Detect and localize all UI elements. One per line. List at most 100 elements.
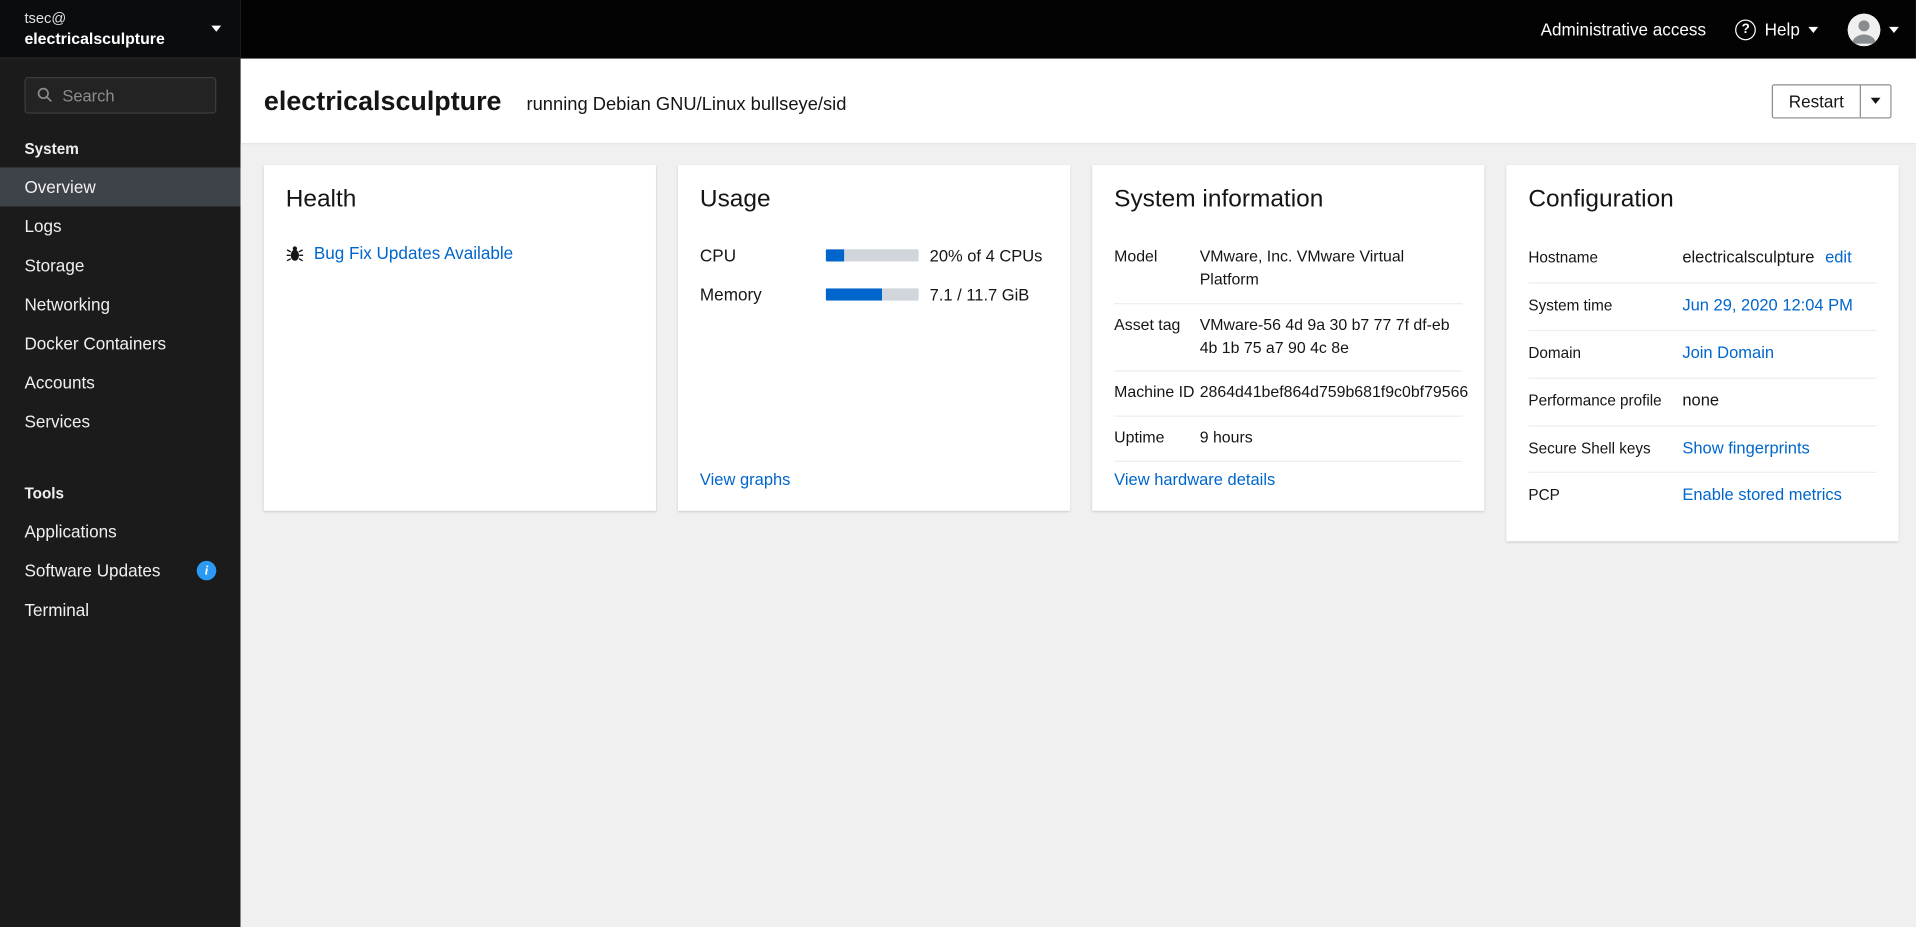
- health-item: Bug Fix Updates Available: [286, 243, 634, 263]
- row-value: VMware, Inc. VMware Virtual Platform: [1199, 246, 1405, 289]
- tools-nav: Applications Software Updates i Terminal: [0, 512, 241, 629]
- usage-card: Usage CPU 20% of 4 CPUs Memory 7.1 / 11.…: [678, 164, 1071, 511]
- memory-value: 7.1 / 11.7 GiB: [929, 285, 1030, 304]
- cpu-usage-row: CPU 20% of 4 CPUs: [700, 236, 1048, 275]
- table-row: Uptime 9 hours: [1114, 417, 1463, 462]
- cpu-label: CPU: [700, 245, 737, 266]
- question-circle-icon: ?: [1735, 18, 1757, 40]
- system-information-table: Model VMware, Inc. VMware Virtual Platfo…: [1114, 236, 1468, 462]
- row-label: Hostname: [1528, 249, 1599, 267]
- sidebar-item-overview[interactable]: Overview: [0, 167, 241, 207]
- help-menu-button[interactable]: ? Help: [1735, 18, 1819, 40]
- cpu-progress-fill: [826, 249, 845, 262]
- sidebar: tsec@ electricalsculpture System Overvie…: [0, 0, 241, 927]
- show-fingerprints-link[interactable]: Show fingerprints: [1683, 438, 1810, 456]
- row-label: Secure Shell keys: [1528, 439, 1651, 457]
- restart-dropdown-toggle[interactable]: [1859, 84, 1891, 117]
- card-footer: View graphs: [700, 470, 1048, 488]
- sidebar-item-label: Software Updates: [24, 560, 161, 581]
- card-title: Health: [285, 185, 357, 213]
- chevron-down-icon: [1870, 97, 1881, 104]
- table-row-performance-profile: Performance profile none: [1528, 378, 1877, 426]
- bug-icon: [286, 245, 304, 261]
- host-title-group: electricalsculpture running Debian GNU/L…: [264, 85, 846, 117]
- chevron-down-icon: [1808, 26, 1819, 33]
- system-information-card: System information Model VMware, Inc. VM…: [1092, 164, 1485, 511]
- configuration-table: Hostname electricalsculpture edit System…: [1528, 236, 1877, 520]
- search-input[interactable]: [24, 76, 217, 114]
- table-row-hostname: Hostname electricalsculpture edit: [1528, 236, 1877, 284]
- host-switcher-text: tsec@ electricalsculpture: [24, 8, 164, 49]
- table-row: Asset tag VMware-56 4d 9a 30 b7 77 7f df…: [1114, 304, 1463, 372]
- hostname-text: electricalsculpture: [1682, 248, 1815, 267]
- row-value: Enable stored metrics: [1683, 484, 1877, 507]
- hostname-value: electricalsculpture edit: [1683, 247, 1877, 270]
- page-title-hostname: electricalsculpture: [263, 84, 502, 116]
- card-title: System information: [1114, 185, 1324, 213]
- administrative-access-button[interactable]: Administrative access: [1541, 20, 1706, 40]
- row-label: System time: [1528, 296, 1613, 314]
- table-row-ssh-keys: Secure Shell keys Show fingerprints: [1528, 426, 1877, 474]
- nav-section-tools: Tools: [24, 485, 65, 503]
- view-hardware-details-link[interactable]: View hardware details: [1114, 470, 1275, 488]
- card-footer: View hardware details: [1114, 470, 1462, 488]
- sidebar-item-terminal[interactable]: Terminal: [0, 590, 241, 629]
- row-value: 9 hours: [1199, 427, 1253, 447]
- edit-hostname-link[interactable]: edit: [1825, 248, 1852, 266]
- sidebar-item-logs[interactable]: Logs: [0, 207, 241, 246]
- sidebar-item-services[interactable]: Services: [0, 402, 241, 441]
- row-value: Jun 29, 2020 12:04 PM: [1683, 294, 1877, 317]
- sidebar-item-docker-containers[interactable]: Docker Containers: [0, 324, 241, 363]
- cpu-value: 20% of 4 CPUs: [929, 246, 1043, 265]
- nav-section-system: System: [24, 140, 79, 158]
- host-name: electricalsculpture: [24, 29, 165, 48]
- system-nav: Overview Logs Storage Networking Docker …: [0, 167, 241, 441]
- table-row-system-time: System time Jun 29, 2020 12:04 PM: [1528, 283, 1877, 331]
- row-label: Machine ID: [1114, 382, 1195, 402]
- overview-cards: Health Bug Fix Updates Available Usage C…: [240, 142, 1916, 927]
- table-row-domain: Domain Join Domain: [1528, 331, 1877, 379]
- cpu-progress-bar: [826, 249, 919, 262]
- memory-label: Memory: [700, 284, 762, 305]
- bug-fix-updates-link[interactable]: Bug Fix Updates Available: [314, 243, 513, 263]
- row-label: Model: [1114, 246, 1158, 266]
- system-time-link[interactable]: Jun 29, 2020 12:04 PM: [1683, 296, 1854, 314]
- sidebar-item-software-updates[interactable]: Software Updates i: [0, 551, 241, 590]
- view-graphs-link[interactable]: View graphs: [700, 470, 790, 488]
- sidebar-item-storage[interactable]: Storage: [0, 246, 241, 285]
- row-value: VMware-56 4d 9a 30 b7 77 7f df-eb 4b 1b …: [1199, 314, 1450, 357]
- enable-stored-metrics-link[interactable]: Enable stored metrics: [1683, 486, 1843, 504]
- search-icon: [37, 87, 52, 103]
- info-badge-icon: i: [196, 560, 217, 581]
- row-value: Show fingerprints: [1683, 437, 1877, 460]
- table-row-pcp: PCP Enable stored metrics: [1529, 473, 1877, 519]
- row-label: Performance profile: [1528, 391, 1662, 409]
- masthead: Administrative access ? Help: [240, 0, 1916, 59]
- sidebar-item-accounts[interactable]: Accounts: [0, 363, 241, 402]
- sidebar-item-applications[interactable]: Applications: [0, 512, 241, 551]
- sidebar-item-networking[interactable]: Networking: [0, 285, 241, 324]
- host-switcher[interactable]: tsec@ electricalsculpture: [0, 0, 241, 59]
- main-column: Administrative access ? Help electricals…: [240, 0, 1916, 927]
- memory-usage-row: Memory 7.1 / 11.7 GiB: [700, 275, 1048, 314]
- help-label: Help: [1764, 19, 1800, 40]
- row-label: PCP: [1528, 486, 1561, 504]
- health-card: Health Bug Fix Updates Available: [263, 164, 657, 511]
- restart-button[interactable]: Restart: [1772, 84, 1860, 117]
- table-row: Machine ID 2864d41bef864d759b681f9c0bf79…: [1114, 372, 1468, 417]
- user-menu-button[interactable]: [1847, 12, 1899, 46]
- row-value: none: [1682, 390, 1720, 409]
- memory-progress-bar: [826, 288, 919, 301]
- join-domain-link[interactable]: Join Domain: [1683, 343, 1775, 361]
- sidebar-search: [24, 76, 217, 114]
- configuration-card: Configuration Hostname electricalsculptu…: [1506, 164, 1899, 542]
- chevron-down-icon: [211, 25, 222, 32]
- chevron-down-icon: [1889, 26, 1899, 33]
- app-root: tsec@ electricalsculpture System Overvie…: [0, 0, 1916, 927]
- row-value: 2864d41bef864d759b681f9c0bf79566: [1199, 382, 1469, 402]
- avatar-icon: [1847, 12, 1881, 46]
- table-row: Model VMware, Inc. VMware Virtual Platfo…: [1114, 236, 1463, 304]
- memory-progress-fill: [826, 288, 883, 301]
- row-value: Join Domain: [1683, 342, 1877, 365]
- row-label: Uptime: [1114, 427, 1165, 447]
